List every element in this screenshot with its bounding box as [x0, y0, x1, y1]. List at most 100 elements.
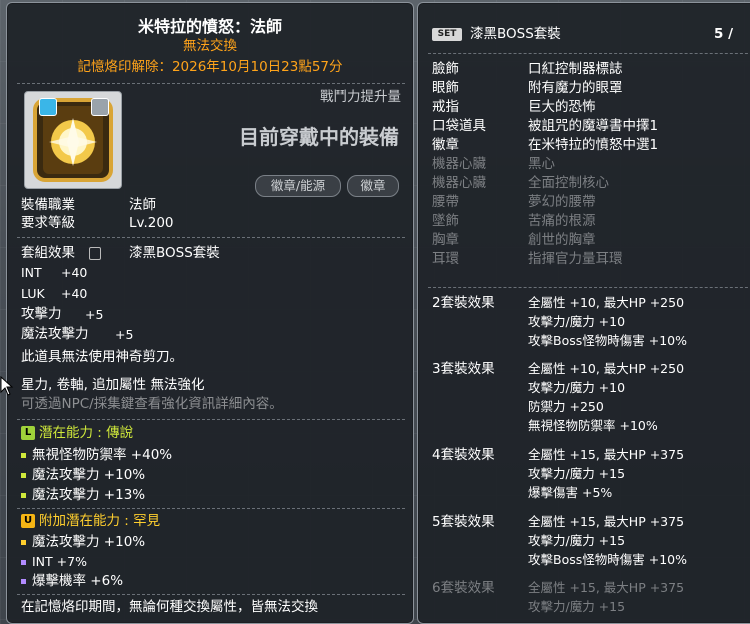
set-part-item: 被詛咒的魔導書中擇1	[528, 118, 659, 134]
set-effect-tier-label: 5套裝效果	[432, 514, 495, 530]
set-effect-tier-label: 2套裝效果	[432, 295, 495, 311]
set-part-slot: 機器心臟	[432, 156, 486, 172]
job-value: 法師	[129, 197, 156, 213]
set-effect-tier-label: 6套裝效果	[432, 580, 495, 596]
set-effect-line: 攻擊力/魔力 +15	[528, 533, 626, 548]
equipped-label: 目前穿戴中的裝備	[239, 125, 399, 149]
bullet-icon	[21, 578, 26, 584]
stat-value: +5	[115, 327, 134, 342]
bonus-line-text: INT +7%	[32, 554, 87, 569]
set-effect-label: 套組效果	[21, 245, 75, 261]
set-part-item: 夢幻的腰帶	[528, 194, 596, 210]
enhance-info-hint: 可透過NPC/採集鍵查看強化資訊詳細內容。	[21, 396, 283, 412]
set-effect-line: 攻擊力/魔力 +15	[528, 466, 626, 481]
item-name: 米特拉的憤怒：法師	[137, 17, 282, 36]
set-effect-line: 攻擊力/魔力 +15	[528, 599, 626, 614]
bonus-line-text: 魔法攻擊力 +10%	[32, 534, 146, 550]
set-part-item: 在米特拉的憤怒中選1	[528, 137, 659, 153]
set-effect-line: 攻擊力/魔力 +10	[528, 314, 626, 329]
set-part-slot: 眼飾	[432, 80, 459, 96]
stat-increase-label: 戰鬥力提升量	[320, 89, 401, 105]
set-part-item: 附有魔力的眼罩	[528, 80, 623, 96]
divider	[17, 237, 405, 239]
bullet-icon	[21, 472, 26, 478]
no-scissors-note: 此道具無法使用神奇剪刀。	[21, 349, 183, 365]
divider	[17, 83, 405, 85]
footer-note: 在記憶烙印期間，無論何種交換屬性，皆無法交換	[21, 599, 318, 615]
set-effect-line: 全屬性 +10, 最大HP +250	[528, 361, 685, 376]
legendary-grade-icon: L	[21, 426, 35, 440]
unique-grade-icon: U	[21, 514, 35, 528]
set-effect-line: 防禦力 +250	[528, 399, 604, 414]
bullet-icon	[21, 452, 26, 458]
set-part-item: 指揮官力量耳環	[528, 251, 623, 267]
potential-line-text: 無視怪物防禦率 +40%	[32, 447, 173, 463]
set-part-slot: 口袋道具	[432, 118, 486, 134]
set-part-item: 口紅控制器標誌	[528, 61, 623, 77]
set-part-slot: 徽章	[432, 137, 459, 153]
set-effect-line: 全屬性 +15, 最大HP +375	[528, 514, 685, 529]
set-effect-line: 攻擊Boss怪物時傷害 +10%	[528, 333, 687, 348]
set-effect-line: 爆擊傷害 +5%	[528, 485, 613, 500]
set-part-slot: 墜飾	[432, 213, 459, 229]
set-effect-line: 全屬性 +10, 最大HP +250	[528, 295, 685, 310]
potential-line: 無視怪物防禦率 +40%	[21, 447, 172, 464]
set-effect-panel: SET 漆黑BOSS套裝 5 / 臉飾 口紅控制器標誌 眼飾 附有魔力的眼罩 戒指 巨大的…	[417, 2, 750, 624]
set-effect-line: 全屬性 +15, 最大HP +375	[528, 580, 685, 595]
set-effect-line: 全屬性 +15, 最大HP +375	[528, 447, 685, 462]
set-part-item: 黑心	[528, 156, 555, 172]
set-effect-line: 攻擊力/魔力 +10	[528, 380, 626, 395]
divider	[428, 53, 750, 55]
set-part-slot: 腰帶	[432, 194, 459, 210]
trade-status: 無法交換	[183, 38, 237, 54]
divider	[428, 287, 750, 289]
stat-name: 攻擊力	[21, 306, 62, 322]
stat-name: LUK	[21, 286, 45, 301]
memory-seal-timer: 記憶烙印解除：2026年10月10日23點57分	[77, 59, 343, 75]
stat-value: +40	[61, 286, 88, 301]
set-name: 漆黑BOSS套裝	[470, 26, 561, 42]
bonus-potential-line: 爆擊機率 +6%	[21, 573, 123, 590]
set-part-item: 巨大的恐怖	[528, 99, 596, 115]
mouse-cursor-icon	[0, 376, 14, 396]
lock-icon	[89, 247, 101, 260]
job-label: 裝備職業	[21, 197, 75, 213]
level-label: 要求等級	[21, 215, 75, 231]
bonus-line-text: 爆擊機率 +6%	[32, 573, 124, 589]
divider	[17, 508, 405, 510]
set-effect-tier-label: 4套裝效果	[432, 447, 495, 463]
bullet-icon	[21, 560, 26, 565]
set-effect-tier-label: 3套裝效果	[432, 361, 495, 377]
set-part-item: 創世的胸章	[528, 232, 596, 248]
potential-line: 魔法攻擊力 +10%	[21, 467, 145, 484]
divider	[17, 594, 405, 596]
divider	[17, 419, 405, 421]
potential-title: L 潛在能力 : 傳說	[21, 425, 133, 442]
bullet-icon	[21, 492, 26, 498]
item-icon-frame	[24, 91, 122, 189]
stat-name: INT	[21, 265, 42, 280]
potential-line: 魔法攻擊力 +13%	[21, 487, 145, 504]
bullet-icon	[21, 539, 26, 545]
lock-badge-icon	[91, 98, 109, 116]
stat-value: +5	[85, 307, 104, 322]
potential-line-text: 魔法攻擊力 +13%	[32, 487, 146, 503]
set-effect-line: 無視怪物防禦率 +10%	[528, 418, 658, 433]
set-part-slot: 耳環	[432, 251, 459, 267]
set-part-item: 全面控制核心	[528, 175, 609, 191]
set-chip: SET	[432, 28, 462, 41]
set-part-slot: 胸章	[432, 232, 459, 248]
tag-badge-emblem: 徽章	[347, 175, 399, 197]
set-part-item: 苦痛的根源	[528, 213, 596, 229]
set-part-slot: 機器心臟	[432, 175, 486, 191]
bonus-potential-line: 魔法攻擊力 +10%	[21, 534, 145, 551]
no-enhance-note: 星力, 卷軸, 追加屬性 無法強化	[21, 377, 205, 393]
stat-name: 魔法攻擊力	[21, 326, 89, 342]
item-tooltip: 米特拉的憤怒：法師 無法交換 記憶烙印解除：2026年10月10日23點57分 …	[6, 2, 414, 624]
set-count: 5 /	[714, 26, 734, 42]
seal-badge-icon	[39, 98, 57, 116]
tag-badge-energy: 徽章/能源	[255, 175, 341, 197]
level-value: Lv.200	[129, 215, 174, 231]
stat-value: +40	[61, 265, 88, 280]
set-part-slot: 臉飾	[432, 61, 459, 77]
